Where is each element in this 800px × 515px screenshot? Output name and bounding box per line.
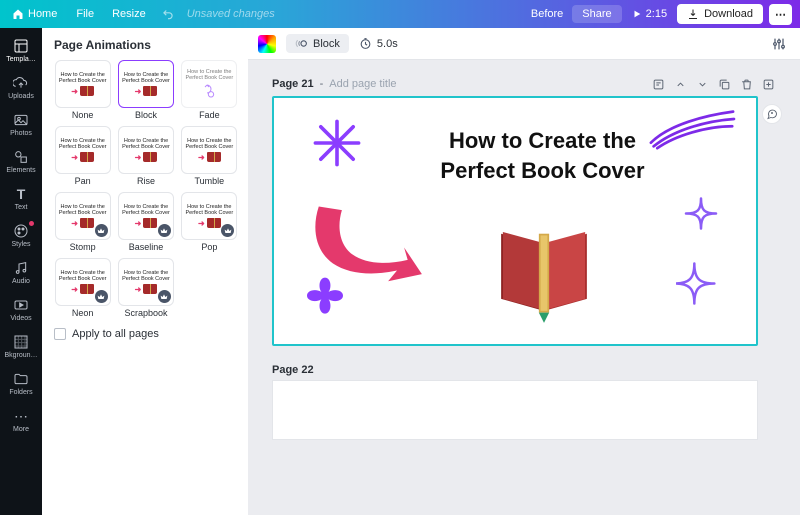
star-doodle[interactable]	[310, 116, 364, 170]
page-actions	[650, 76, 776, 92]
apply-all-label: Apply to all pages	[72, 328, 159, 340]
top-menu-bar: Home File Resize Unsaved changes Before …	[0, 0, 800, 28]
headline-text[interactable]: How to Create thePerfect Book Cover	[399, 126, 686, 185]
animation-label: Tumble	[194, 176, 224, 186]
share-button[interactable]: Share	[572, 5, 621, 23]
animation-label: Scrapbook	[124, 308, 167, 318]
animation-option-pop[interactable]: How to Create thePerfect Book Cover➜Pop	[181, 192, 238, 252]
animation-option-neon[interactable]: How to Create thePerfect Book Cover➜Neon	[54, 258, 111, 318]
apply-all-checkbox[interactable]	[54, 328, 66, 340]
animation-label: Stomp	[70, 242, 96, 252]
arrow-doodle[interactable]	[300, 203, 430, 283]
animation-option-pan[interactable]: How to Create thePerfect Book Cover➜Pan	[54, 126, 111, 186]
animation-label: Rise	[137, 176, 155, 186]
page-add-icon[interactable]	[760, 76, 776, 92]
panel-title: Page Animations	[54, 38, 238, 52]
color-picker[interactable]	[258, 35, 276, 53]
animation-option-baseline[interactable]: How to Create thePerfect Book Cover➜Base…	[117, 192, 174, 252]
sparkle-doodle[interactable]	[676, 196, 726, 306]
animation-label: Neon	[72, 308, 94, 318]
page-number-label: Page 21	[272, 78, 314, 90]
left-rail: Templa… Uploads Photos Elements TText St…	[0, 28, 42, 515]
page-notes-icon[interactable]	[650, 76, 666, 92]
animation-option-tumble[interactable]: How to Create thePerfect Book Cover➜Tumb…	[181, 126, 238, 186]
download-icon	[687, 8, 699, 20]
download-button[interactable]: Download	[677, 4, 763, 24]
animation-label: Fade	[199, 110, 220, 120]
book-graphic[interactable]	[484, 208, 604, 328]
flower-doodle[interactable]	[298, 274, 352, 328]
animation-option-scrapbook[interactable]: How to Create thePerfect Book Cover➜Scra…	[117, 258, 174, 318]
animations-panel: Page Animations How to Create thePerfect…	[42, 28, 248, 515]
rail-folders[interactable]: Folders	[0, 367, 42, 400]
animation-label: Pop	[201, 242, 217, 252]
clock-icon	[359, 37, 372, 50]
page-down-icon[interactable]	[694, 76, 710, 92]
home-icon	[12, 8, 24, 20]
animation-option-none[interactable]: How to Create thePerfect Book Cover➜None	[54, 60, 111, 120]
toolbar-settings-icon[interactable]	[768, 33, 790, 55]
page2-canvas[interactable]	[272, 380, 758, 440]
home-label: Home	[28, 8, 57, 20]
rail-videos[interactable]: Videos	[0, 293, 42, 326]
rail-elements[interactable]: Elements	[0, 145, 42, 178]
animation-option-block[interactable]: How to Create thePerfect Book Cover➜Bloc…	[117, 60, 174, 120]
rail-background[interactable]: Bkgroun…	[0, 330, 42, 363]
undo-icon[interactable]	[161, 7, 175, 21]
apply-all-row[interactable]: Apply to all pages	[54, 328, 238, 340]
animation-option-fade[interactable]: How to Create thePerfect Book CoverFade	[181, 60, 238, 120]
rail-styles[interactable]: Styles	[0, 219, 42, 252]
more-menu-button[interactable]: ⋯	[769, 4, 792, 25]
unsaved-status: Unsaved changes	[187, 8, 275, 20]
animation-pill-label: Block	[313, 38, 340, 50]
top-left-group: Home File Resize Unsaved changes	[8, 6, 275, 22]
rail-more[interactable]: ⋯More	[0, 404, 42, 437]
top-right-group: Before Share 2:15 Download ⋯	[528, 4, 792, 25]
play-button[interactable]: 2:15	[628, 6, 671, 22]
file-menu[interactable]: File	[73, 6, 97, 22]
page2-header: Page 22	[272, 364, 776, 376]
play-icon	[632, 9, 642, 19]
animation-label: Block	[135, 110, 157, 120]
animation-label: None	[72, 110, 94, 120]
animation-option-rise[interactable]: How to Create thePerfect Book Cover➜Rise	[117, 126, 174, 186]
rail-photos[interactable]: Photos	[0, 108, 42, 141]
premium-badge-icon	[158, 224, 171, 237]
canvas-area: Block 5.0s Page 21 - Add page title	[248, 28, 800, 515]
animation-label: Baseline	[129, 242, 164, 252]
motion-icon	[295, 37, 308, 50]
rail-text[interactable]: TText	[0, 182, 42, 215]
premium-badge-icon	[95, 290, 108, 303]
rail-templates[interactable]: Templa…	[0, 34, 42, 67]
resize-menu[interactable]: Resize	[109, 6, 149, 22]
scribble-doodle[interactable]	[646, 108, 738, 150]
comment-button[interactable]	[762, 104, 782, 124]
canvas-scroll[interactable]: Page 21 - Add page title How to Create t…	[248, 60, 800, 515]
rail-audio[interactable]: Audio	[0, 256, 42, 289]
duration-label: 5.0s	[377, 38, 398, 50]
rail-uploads[interactable]: Uploads	[0, 71, 42, 104]
animation-option-stomp[interactable]: How to Create thePerfect Book Cover➜Stom…	[54, 192, 111, 252]
animation-grid: How to Create thePerfect Book Cover➜None…	[54, 60, 238, 318]
page-title-input[interactable]: Add page title	[329, 78, 396, 90]
premium-badge-icon	[158, 290, 171, 303]
download-label: Download	[704, 8, 753, 20]
animation-pill[interactable]: Block	[286, 34, 349, 53]
page-header: Page 21 - Add page title	[272, 76, 776, 92]
canvas-toolbar: Block 5.0s	[248, 28, 800, 60]
animation-label: Pan	[75, 176, 91, 186]
premium-badge-icon	[95, 224, 108, 237]
before-button[interactable]: Before	[528, 6, 566, 22]
play-time: 2:15	[646, 8, 667, 20]
premium-badge-icon	[221, 224, 234, 237]
page-delete-icon[interactable]	[738, 76, 754, 92]
home-button[interactable]: Home	[8, 6, 61, 22]
duration-control[interactable]: 5.0s	[359, 37, 398, 50]
page-duplicate-icon[interactable]	[716, 76, 732, 92]
page-up-icon[interactable]	[672, 76, 688, 92]
page-canvas[interactable]: How to Create thePerfect Book Cover	[272, 96, 758, 346]
